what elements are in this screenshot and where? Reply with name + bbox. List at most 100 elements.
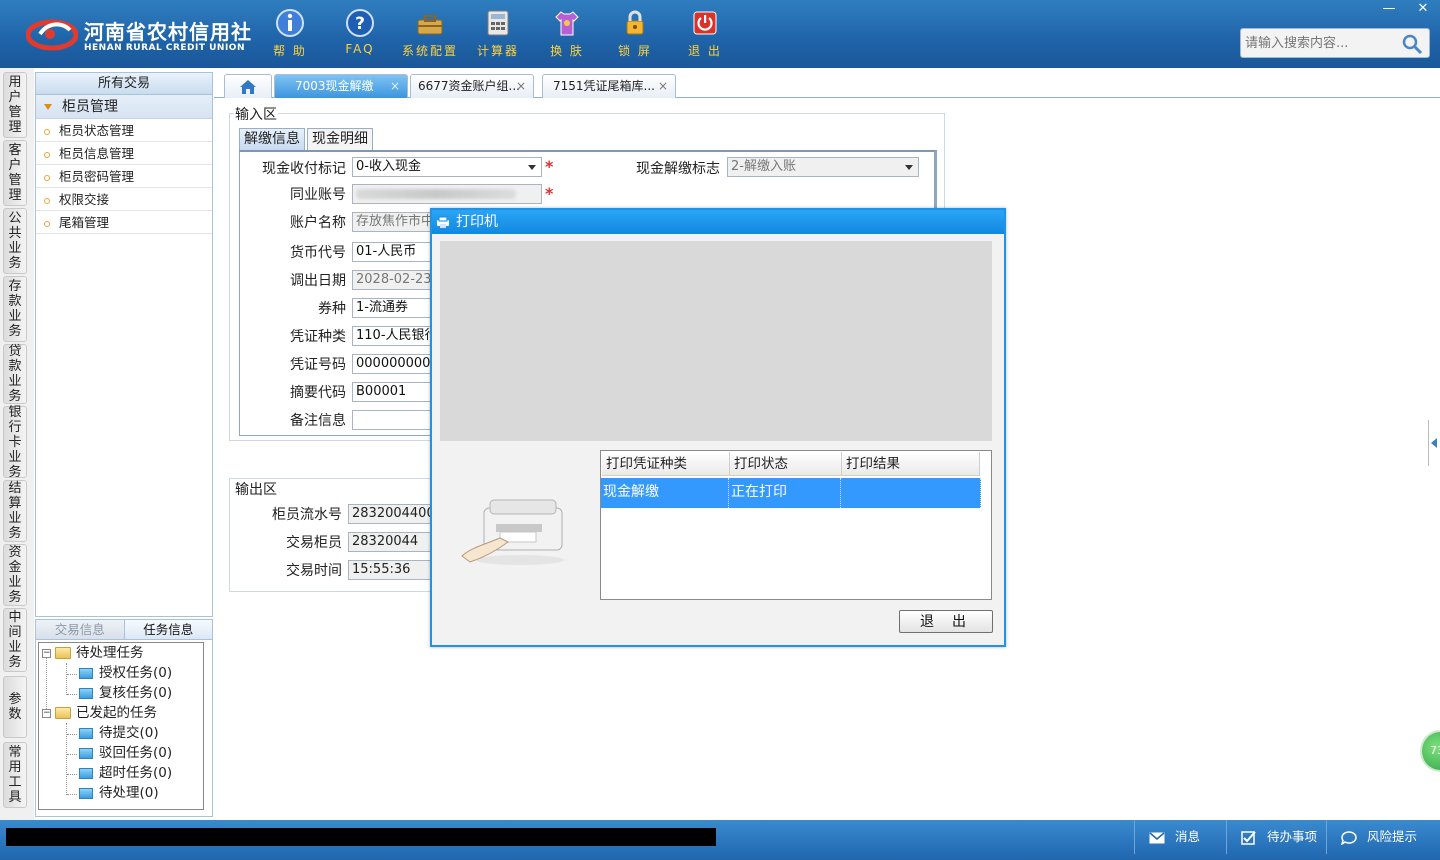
tree-item-tail-box[interactable]: 尾箱管理 [36,211,212,234]
messages-button[interactable]: 消息 [1134,820,1226,854]
system-config-button[interactable]: 系统配置 [398,8,462,64]
tree-item-teller-password[interactable]: 柜员密码管理 [36,165,212,188]
category-user-management[interactable]: 用户管理 [3,72,27,138]
tree-group-teller-management[interactable]: 柜员管理 [36,95,212,119]
task-node-to-process[interactable]: 待处理(0) [79,783,159,803]
tree-line [67,754,77,755]
search-icon[interactable] [1401,33,1423,55]
tab-close-icon[interactable]: × [658,75,668,97]
tab-label: 6677资金账户组... [418,79,520,93]
task-node-authorization[interactable]: 授权任务(0) [79,663,172,683]
remark-field[interactable] [352,410,442,430]
collapse-toggle-icon[interactable]: − [42,648,51,658]
interbank-account-label: 同业账号 [290,187,346,203]
trade-teller-field: 28320044 [348,532,442,552]
bullet-icon [44,197,50,204]
category-intermediary-business[interactable]: 中间业务 [3,608,27,672]
cash-flag-select[interactable]: 0-收入现金 [352,157,542,177]
transaction-tree-panel: 所有交易 柜员管理 柜员状态管理 柜员信息管理 柜员密码管理 权限交接 尾箱管理 [35,72,213,617]
minimize-window-button[interactable]: — [1372,0,1406,18]
tab-7003-cash-deposit[interactable]: 7003现金解缴 × [274,74,408,98]
cash-flag-label: 现金收付标记 [262,161,346,177]
chevron-down-icon [902,158,916,176]
task-node-review[interactable]: 复核任务(0) [79,683,172,703]
category-customer-management[interactable]: 客户管理 [3,140,27,206]
todo-button[interactable]: 待办事项 [1226,820,1324,854]
task-node-rejected[interactable]: 驳回任务(0) [79,743,172,763]
task-node-pending[interactable]: − 待处理任务 [42,643,144,663]
category-label: 银行卡业务 [8,404,22,480]
tab-label: 7003现金解缴 [295,79,374,93]
tab-home[interactable] [224,74,272,98]
skin-button[interactable]: 换 肤 [535,8,599,64]
tree-item-permission-handover[interactable]: 权限交接 [36,188,212,211]
currency-code-label: 货币代号 [290,245,346,261]
table-row[interactable]: 现金解缴 正在打印 [601,478,981,508]
bullet-icon [44,151,50,158]
task-node-to-submit[interactable]: 待提交(0) [79,723,159,743]
dialog-exit-button[interactable]: 退出 [899,610,993,633]
task-item-icon [79,747,93,759]
category-deposit-business[interactable]: 存款业务 [3,276,27,342]
category-fund-business[interactable]: 资金业务 [3,544,27,606]
chevron-down-icon[interactable] [525,158,539,176]
column-print-status: 打印状态 [730,452,842,475]
dialog-title: 打印机 [456,214,498,230]
cash-deposit-flag-label: 现金解缴标志 [636,161,720,177]
close-window-button[interactable]: ✕ [1406,0,1440,18]
voucher-number-field[interactable]: 00000000000 [352,354,442,374]
calculator-icon [487,10,509,36]
category-bank-card-business[interactable]: 银行卡业务 [3,404,27,480]
help-button[interactable]: 帮 助 [258,8,322,64]
task-node-timeout[interactable]: 超时任务(0) [79,763,172,783]
task-panel-tabs: 交易信息 任务信息 [36,620,212,640]
category-parameters[interactable]: 参数 [3,676,27,738]
bullet-icon [44,128,50,135]
account-name-label: 账户名称 [290,215,346,231]
collapse-toggle-icon[interactable]: − [42,708,51,718]
expand-arrow-icon [44,104,52,110]
tab-cash-detail[interactable]: 现金明细 [307,128,373,150]
tree-line [67,774,77,775]
tree-item-teller-status[interactable]: 柜员状态管理 [36,119,212,142]
trade-teller-label: 交易柜员 [286,535,342,551]
task-node-initiated[interactable]: − 已发起的任务 [42,703,157,723]
tree-item-teller-info[interactable]: 柜员信息管理 [36,142,212,165]
exit-app-button[interactable]: 退 出 [673,8,737,64]
category-label: 参数 [8,692,22,722]
side-collapse-toggle[interactable] [1428,420,1440,466]
folder-icon [55,707,71,719]
category-loan-business[interactable]: 贷款业务 [3,344,27,404]
tab-transaction-info[interactable]: 交易信息 [36,620,125,639]
tab-6677-fund-account[interactable]: 6677资金账户组... × [410,74,534,98]
category-common-tools[interactable]: 常用工具 [3,742,27,808]
tab-close-icon[interactable]: × [516,75,526,97]
column-print-result: 打印结果 [842,452,980,475]
tree-group-label: 柜员管理 [62,99,118,115]
category-public-business[interactable]: 公共业务 [3,208,27,274]
transaction-tab-bar: 7003现金解缴 × 6677资金账户组... × 7151凭证尾箱库... × [214,72,1440,98]
search-input[interactable] [1243,31,1403,55]
dialog-title-bar: 打印机 [432,210,1004,234]
note-type-field[interactable]: 1-流通券 [352,298,442,318]
summary-code-field[interactable]: B00001 [352,382,442,402]
risk-alert-button[interactable]: 风险提示 [1326,820,1440,854]
tab-close-icon[interactable]: × [390,75,400,97]
tab-deposit-info[interactable]: 解缴信息 [239,128,305,150]
calculator-button[interactable]: 计算器 [466,8,530,64]
lock-screen-button[interactable]: 锁 屏 [603,8,667,64]
category-settlement-business[interactable]: 结算业务 [3,480,27,542]
faq-button[interactable]: ? FAQ [328,8,392,64]
chat-bubble-icon [1341,830,1357,845]
tab-task-info[interactable]: 任务信息 [124,620,212,639]
floating-assistant-ball[interactable]: 73 [1420,730,1440,772]
interbank-account-field [352,184,542,204]
task-item-icon [79,727,93,739]
tab-7151-voucher-box[interactable]: 7151凭证尾箱库... × [542,74,676,98]
app-header: 河南省农村信用社 HENAN RURAL CREDIT UNION 帮 助 ? … [0,0,1440,68]
voucher-type-field[interactable]: 110-人民银行 [352,326,442,346]
question-icon: ? [346,9,374,37]
currency-code-field[interactable]: 01-人民币 [352,242,442,262]
task-node-label: 授权任务(0) [99,665,173,681]
printer-small-icon [437,216,449,228]
